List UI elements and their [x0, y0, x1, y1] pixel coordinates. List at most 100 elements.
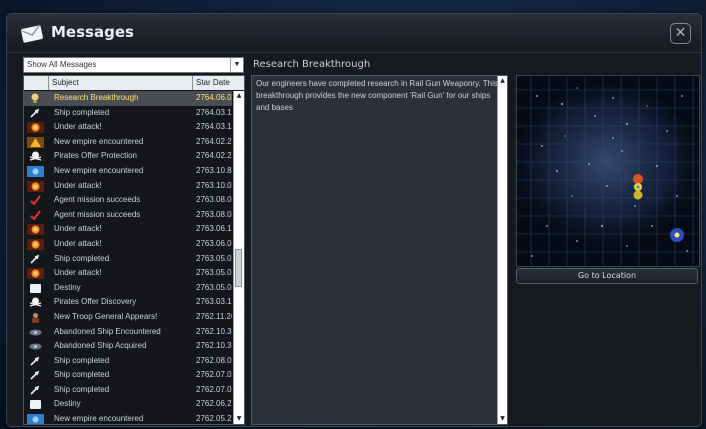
message-date: 2764.02.2: [196, 151, 232, 161]
message-date: 2764.03.1: [196, 107, 232, 117]
go-to-location-button[interactable]: Go to Location: [516, 268, 698, 284]
ship-icon: [27, 254, 44, 265]
list-scrollbar[interactable]: ▲ ▼: [233, 91, 244, 424]
message-date: 2763.10.0: [196, 180, 232, 190]
home-system-icon: [670, 228, 684, 242]
empire-icon: [27, 165, 44, 177]
agent-icon: [27, 210, 44, 221]
message-row[interactable]: Under attack! 2763.06.1: [24, 222, 232, 237]
message-row[interactable]: Abandoned Ship Encountered 2762.10.3: [24, 325, 232, 340]
skull-icon: [27, 297, 44, 308]
message-row[interactable]: New empire encountered 2762.05.2: [24, 412, 232, 424]
explosion-icon: [27, 238, 44, 250]
message-subject: New empire encountered: [54, 165, 144, 175]
derelict-ship-icon: [27, 341, 44, 352]
title-bar: Messages ✕: [7, 14, 701, 53]
message-row[interactable]: Under attack! 2764.03.1: [24, 120, 232, 135]
message-row[interactable]: Destiny 2763.05.0: [24, 281, 232, 296]
general-icon: [27, 312, 44, 323]
message-subject: Agent mission succeeds: [54, 195, 141, 205]
message-date: 2762.10.3: [196, 341, 232, 351]
detail-scrollbar[interactable]: ▲ ▼: [497, 76, 507, 424]
message-date: 2764.03.1: [196, 122, 232, 132]
skull-icon: [27, 151, 44, 162]
galaxy-map-image: [512, 76, 702, 266]
destiny-icon: [27, 399, 44, 410]
subject-column-header[interactable]: Subject: [52, 76, 79, 90]
message-subject: New empire encountered: [54, 414, 144, 424]
detail-title: Research Breakthrough: [253, 59, 371, 70]
message-subject: Ship completed: [54, 370, 110, 380]
empire-icon: [27, 414, 44, 424]
message-row[interactable]: Under attack! 2763.05.0: [24, 266, 232, 281]
warning-icon: [27, 136, 44, 148]
message-row[interactable]: Pirates Offer Discovery 2763.03.1: [24, 295, 232, 310]
message-list: Subject Star Date Research Breakthrough 2…: [23, 75, 245, 425]
message-date: 2762.05.2: [196, 414, 232, 424]
message-subject: Ship completed: [54, 253, 110, 263]
message-subject: Destiny: [54, 282, 81, 292]
close-icon: ✕: [674, 25, 687, 41]
message-subject: Under attack!: [54, 122, 102, 132]
message-row[interactable]: New Troop General Appears! 2762.11.26: [24, 310, 232, 325]
message-row[interactable]: Research Breakthrough 2764.06.0: [24, 91, 232, 106]
icon-column-header[interactable]: [24, 76, 49, 90]
explosion-icon: [27, 224, 44, 236]
scroll-up-icon[interactable]: ▲: [234, 91, 244, 101]
message-row[interactable]: New empire encountered 2764.02.2: [24, 135, 232, 150]
message-filter-select[interactable]: Show All Messages ▼: [23, 57, 244, 73]
message-subject: Pirates Offer Protection: [54, 151, 137, 161]
destiny-icon: [27, 283, 44, 294]
message-date: 2763.05.0: [196, 253, 232, 263]
close-button[interactable]: ✕: [670, 23, 691, 44]
explosion-icon: [27, 180, 44, 192]
message-subject: New Troop General Appears!: [54, 311, 158, 321]
message-row[interactable]: Pirates Offer Protection 2764.02.2: [24, 149, 232, 164]
research-icon: [27, 93, 44, 104]
derelict-ship-icon: [27, 327, 44, 338]
message-row[interactable]: Under attack! 2763.10.0: [24, 179, 232, 194]
message-row[interactable]: Ship completed 2762.07.0: [24, 368, 232, 383]
message-subject: Under attack!: [54, 268, 102, 278]
ship-icon: [27, 370, 44, 381]
message-row[interactable]: Agent mission succeeds 2763.08.0: [24, 193, 232, 208]
message-row[interactable]: Ship completed 2764.03.1: [24, 106, 232, 121]
list-header: Subject Star Date: [24, 76, 244, 90]
location-minimap[interactable]: [512, 75, 702, 267]
message-subject: New empire encountered: [54, 136, 144, 146]
envelope-icon: [21, 24, 43, 43]
message-subject: Research Breakthrough: [54, 93, 139, 102]
message-row[interactable]: New empire encountered 2763.10.8: [24, 164, 232, 179]
message-date: 2763.05.0: [196, 268, 232, 278]
message-row[interactable]: Destiny 2762.06.2: [24, 397, 232, 412]
date-column-header[interactable]: Star Date: [192, 76, 236, 90]
message-subject: Under attack!: [54, 238, 102, 248]
message-subject: Agent mission succeeds: [54, 209, 141, 219]
scroll-down-icon[interactable]: ▼: [234, 414, 244, 424]
message-row[interactable]: Agent mission succeeds 2763.08.0: [24, 208, 232, 223]
message-row[interactable]: Ship completed 2763.05.0: [24, 252, 232, 267]
message-date: 2763.08.0: [196, 209, 232, 219]
message-date: 2763.08.0: [196, 195, 232, 205]
scroll-down-icon[interactable]: ▼: [498, 414, 507, 424]
message-subject: Ship completed: [54, 107, 110, 117]
message-rows: Research Breakthrough 2764.06.0 Ship compl…: [24, 91, 232, 424]
scroll-up-icon[interactable]: ▲: [498, 76, 507, 86]
message-date: 2762.10.3: [196, 326, 232, 336]
message-date: 2762.11.26: [196, 311, 232, 321]
message-subject: Ship completed: [54, 355, 110, 365]
filter-selected-value: Show All Messages: [27, 60, 97, 69]
explosion-icon: [27, 122, 44, 134]
message-date: 2763.05.0: [196, 282, 232, 292]
dropdown-arrow-icon[interactable]: ▼: [230, 58, 243, 72]
message-subject: Pirates Offer Discovery: [54, 297, 137, 307]
message-subject: Abandoned Ship Encountered: [54, 326, 161, 336]
message-row[interactable]: Under attack! 2763.06.0: [24, 237, 232, 252]
scroll-thumb[interactable]: [235, 249, 242, 287]
message-row[interactable]: Ship completed 2762.07.0: [24, 383, 232, 398]
explosion-icon: [27, 268, 44, 280]
message-row[interactable]: Ship completed 2762.08.0: [24, 354, 232, 369]
ship-icon: [27, 108, 44, 119]
message-row[interactable]: Abandoned Ship Acquired 2762.10.3: [24, 339, 232, 354]
message-date: 2762.07.0: [196, 384, 232, 394]
